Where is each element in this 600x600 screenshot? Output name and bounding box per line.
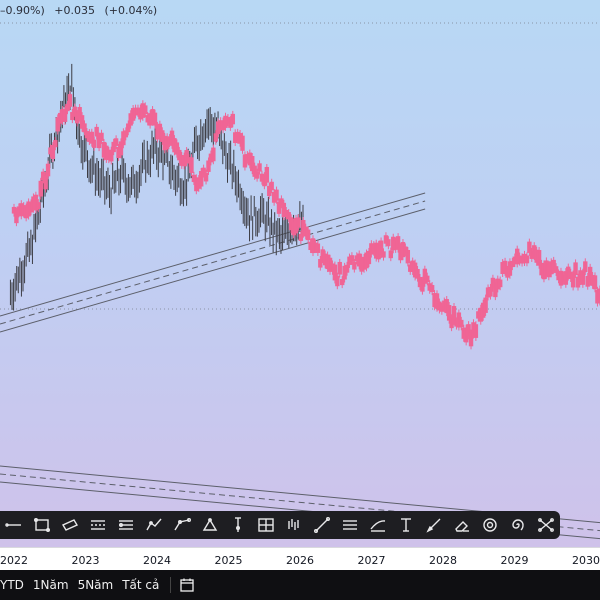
- polyline-icon: [174, 518, 191, 531]
- parallel-channel-icon: [91, 520, 105, 530]
- x-tick-2022: 2022: [0, 554, 28, 567]
- price-header: –0.90%) +0.035 (+0.04%): [0, 4, 163, 17]
- tool-network[interactable]: [532, 511, 560, 539]
- eraser-icon: [455, 521, 469, 532]
- tool-horizontal-lines[interactable]: [336, 511, 364, 539]
- tool-rectangle[interactable]: [28, 511, 56, 539]
- horizontal-lines-icon: [343, 520, 357, 530]
- tool-fib-channel[interactable]: [364, 511, 392, 539]
- tool-line[interactable]: [0, 511, 28, 539]
- parallelogram-icon: [61, 519, 79, 531]
- text-cursor-icon: [401, 518, 411, 532]
- x-tick-2028: 2028: [429, 554, 457, 567]
- change-abs: +0.035: [54, 4, 95, 17]
- rectangle-icon: [34, 518, 50, 532]
- target-icon: [483, 518, 497, 532]
- x-tick-2030: 2030: [572, 554, 600, 567]
- calendar-icon[interactable]: [179, 577, 195, 593]
- tool-eraser[interactable]: [448, 511, 476, 539]
- brush-icon: [426, 518, 441, 533]
- spiral-icon: [512, 519, 524, 531]
- tool-target[interactable]: [476, 511, 504, 539]
- trend-line-icon: [314, 517, 330, 533]
- tool-text[interactable]: [392, 511, 420, 539]
- tool-spiral[interactable]: [504, 511, 532, 539]
- regression-channel-icon: [119, 520, 133, 530]
- tool-long-position[interactable]: [224, 511, 252, 539]
- network-icon: [538, 518, 554, 532]
- x-tick-2026: 2026: [286, 554, 314, 567]
- triangle-pattern-icon: [202, 518, 218, 531]
- x-tick-2025: 2025: [214, 554, 243, 567]
- range-3[interactable]: Tất cả: [122, 578, 159, 592]
- x-tick-2024: 2024: [143, 554, 171, 567]
- x-axis: 2022 2023 2024 2025 2026 2027 2028 2029 2030: [0, 547, 600, 570]
- tool-bars-pattern[interactable]: [280, 511, 308, 539]
- price-chart[interactable]: [0, 0, 600, 547]
- tool-parallelogram[interactable]: [56, 511, 84, 539]
- long-position-icon: [235, 517, 241, 532]
- drawing-toolbar: [0, 511, 560, 539]
- date-range-icon: [258, 518, 274, 532]
- range-2[interactable]: 5Năm: [78, 578, 114, 592]
- tool-triangle-pattern[interactable]: [196, 511, 224, 539]
- change-partial: –0.90%): [0, 4, 45, 17]
- tool-trend-line[interactable]: [308, 511, 336, 539]
- change-pct: (+0.04%): [104, 4, 158, 17]
- chart-area[interactable]: –0.90%) +0.035 (+0.04%): [0, 0, 600, 547]
- range-1[interactable]: 1Năm: [33, 578, 69, 592]
- tool-date-range[interactable]: [252, 511, 280, 539]
- tool-regression-channel[interactable]: [112, 511, 140, 539]
- x-tick-2029: 2029: [500, 554, 529, 567]
- range-divider: [170, 577, 172, 593]
- tool-polyline[interactable]: [168, 511, 196, 539]
- line-icon: [5, 523, 21, 527]
- x-tick-2023: 2023: [71, 554, 100, 567]
- range-0[interactable]: YTD: [0, 578, 24, 592]
- tool-brush[interactable]: [420, 511, 448, 539]
- tool-parallel-channel[interactable]: [84, 511, 112, 539]
- fib-channel-icon: [370, 520, 386, 532]
- path-icon: [146, 518, 162, 531]
- range-bar: YTD 1Năm 5Năm Tất cả: [0, 570, 600, 600]
- x-tick-2027: 2027: [357, 554, 386, 567]
- bars-pattern-icon: [288, 519, 299, 530]
- tool-path[interactable]: [140, 511, 168, 539]
